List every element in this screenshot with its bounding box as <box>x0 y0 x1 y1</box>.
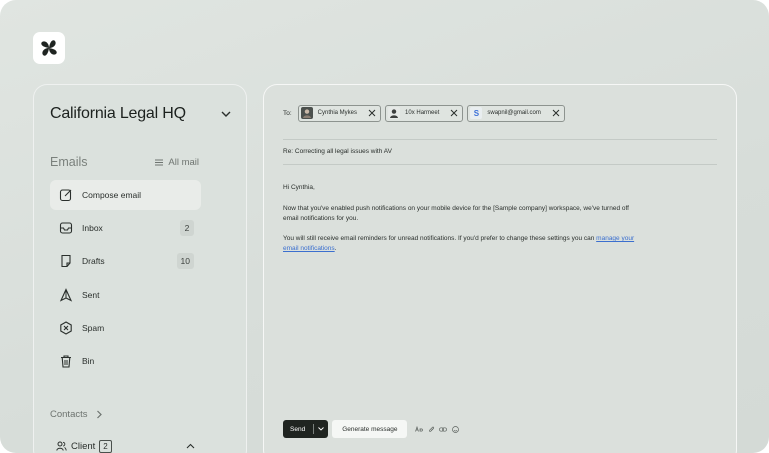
recipient-chip[interactable]: Cynthia Mykes <box>297 104 382 122</box>
link-icon[interactable] <box>439 425 448 433</box>
send-button[interactable]: Send <box>283 420 329 438</box>
avatar <box>388 107 401 119</box>
subject-field[interactable]: Re: Correcting all legal issues with AV <box>283 148 392 155</box>
nav-item-compose[interactable]: Compose email <box>50 180 201 210</box>
client-count-badge: 2 <box>99 439 112 453</box>
nav-label-sent: Sent <box>82 289 100 300</box>
inbox-count-badge: 2 <box>180 220 194 237</box>
nav-label-spam: Spam <box>82 322 105 333</box>
greeting-text: Hi Cynthia, <box>283 184 315 191</box>
contacts-label: Contacts <box>50 408 88 420</box>
nav-label-compose: Compose email <box>82 190 142 200</box>
spam-icon <box>58 320 74 336</box>
emails-title: Emails <box>50 155 88 169</box>
all-mail-filter[interactable]: All mail <box>155 157 199 168</box>
text-format-icon[interactable] <box>415 425 424 433</box>
close-icon[interactable] <box>368 109 376 117</box>
body-paragraph-2: You will still receive email reminders f… <box>283 235 635 252</box>
to-label: To: <box>283 109 292 117</box>
chevron-right-icon <box>96 410 102 418</box>
emails-section-header: Emails All mail <box>50 153 199 171</box>
nav-item-bin[interactable]: Bin <box>50 346 201 376</box>
nav-item-inbox[interactable]: Inbox 2 <box>50 213 201 243</box>
chevron-down-icon <box>318 427 325 431</box>
chevron-up-icon[interactable] <box>186 443 195 449</box>
users-icon <box>56 441 67 451</box>
nav-label-inbox: Inbox <box>82 223 103 234</box>
chevron-down-icon[interactable] <box>220 108 232 120</box>
attachment-icon[interactable] <box>427 425 435 433</box>
format-toolbar <box>415 425 459 433</box>
send-options-button[interactable] <box>314 427 328 431</box>
send-label: Send <box>290 425 306 433</box>
menu-lines-icon <box>155 159 164 165</box>
nav-label-drafts: Drafts <box>82 256 105 267</box>
nav-item-drafts[interactable]: Drafts 10 <box>50 246 201 276</box>
divider <box>283 139 717 140</box>
compose-icon <box>58 187 74 203</box>
contacts-header[interactable]: Contacts <box>50 407 103 421</box>
close-icon[interactable] <box>552 109 560 117</box>
recipient-name: swapnil@gmail.com <box>487 110 541 116</box>
workspace-title: California Legal HQ <box>50 105 186 122</box>
recipient-name: Cynthia Mykes <box>317 110 358 116</box>
mail-nav: Compose email Inbox 2 Drafts 10 Sent Spa… <box>50 180 201 379</box>
client-group[interactable]: Client 2 <box>56 438 195 453</box>
avatar: S <box>470 107 483 119</box>
all-mail-label: All mail <box>168 156 199 168</box>
recipient-chip[interactable]: S swapnil@gmail.com <box>467 104 565 122</box>
drafts-icon <box>58 253 74 269</box>
app-logo[interactable] <box>33 32 65 64</box>
divider <box>283 164 717 165</box>
nav-label-bin: Bin <box>82 355 95 366</box>
recipient-chip[interactable]: 10x Harmeet <box>385 104 464 122</box>
trash-icon <box>58 353 74 369</box>
compose-actions: Send Generate message <box>283 420 459 438</box>
send-icon <box>58 287 74 303</box>
client-label: Client <box>71 440 96 452</box>
nav-item-sent[interactable]: Sent <box>50 280 201 310</box>
drafts-count-badge: 10 <box>176 253 194 270</box>
emoji-icon[interactable] <box>451 425 459 433</box>
recipient-name: 10x Harmeet <box>405 110 440 116</box>
nav-item-spam[interactable]: Spam <box>50 313 201 343</box>
generate-message-button[interactable]: Generate message <box>332 420 408 438</box>
message-body[interactable]: Hi Cynthia, Now that you've enabled push… <box>283 183 643 265</box>
workspace-switcher[interactable]: California Legal HQ <box>50 102 232 126</box>
inbox-icon <box>58 220 74 236</box>
compose-panel: To: Cynthia Mykes 10x Harmeet S swapnil@… <box>263 84 737 453</box>
body-paragraph-1: Now that you've enabled push notificatio… <box>283 204 629 222</box>
logo-icon <box>41 40 57 56</box>
avatar <box>300 107 313 119</box>
app-frame: California Legal HQ Emails All mail Comp… <box>0 0 769 453</box>
close-icon[interactable] <box>450 109 458 117</box>
sidebar: California Legal HQ Emails All mail Comp… <box>33 84 247 453</box>
recipients-row: To: Cynthia Mykes 10x Harmeet S swapnil@… <box>283 104 565 122</box>
